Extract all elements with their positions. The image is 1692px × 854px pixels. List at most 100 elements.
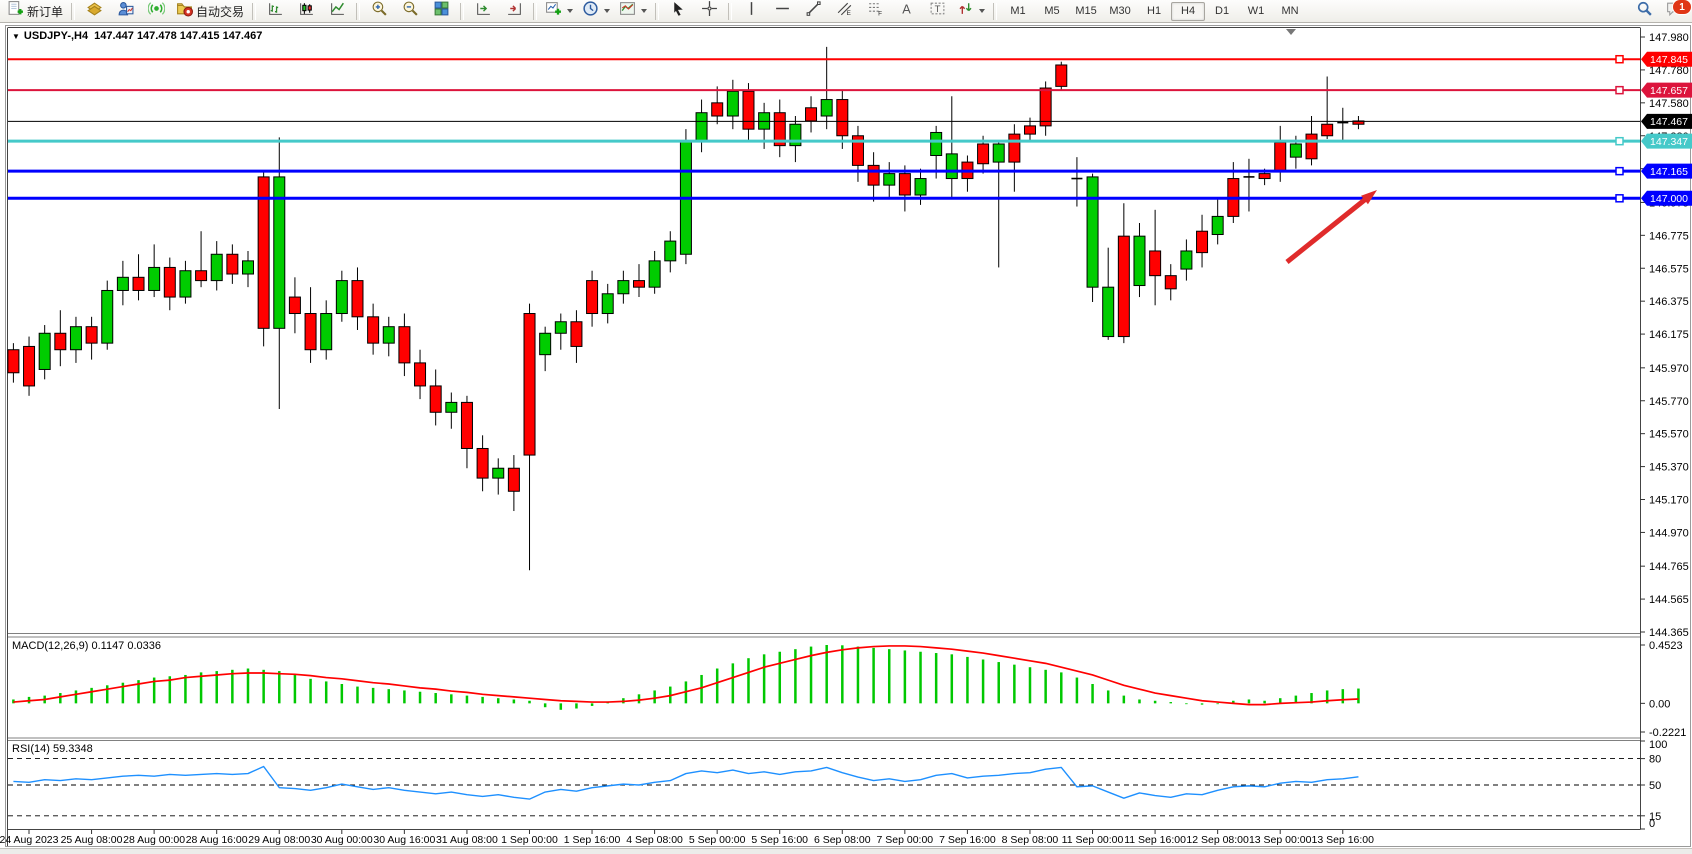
tile-windows-button[interactable] [426,0,456,22]
timeframe-MN[interactable]: MN [1273,2,1307,21]
rsi-axis-label: 80 [1649,754,1661,766]
line-handle-147.845[interactable] [1616,56,1623,63]
zoom-out-button[interactable] [395,0,425,22]
timeframe-M1[interactable]: M1 [1001,2,1035,21]
chart-shift-icon [475,0,492,22]
svg-text:A: A [902,1,911,16]
candle-body [1322,124,1333,136]
time-axis-label: 25 Aug 08:00 [61,834,123,846]
new-order-button[interactable]: 新订单 [3,0,67,22]
notifications-button[interactable]: 1 [1659,0,1689,22]
equidistant-channel-icon: E [836,0,853,22]
timeframe-H1[interactable]: H1 [1137,2,1171,21]
chart-header[interactable]: ▼USDJPY-,H4147.447 147.478 147.415 147.4… [12,30,262,42]
timeframe-W1[interactable]: W1 [1239,2,1273,21]
macd-histogram-bar [309,679,312,704]
period-selector-button[interactable] [578,0,614,22]
horizontal-line-button[interactable] [767,0,797,22]
timeframe-D1[interactable]: D1 [1205,2,1239,21]
arrow-annotation[interactable] [1287,196,1369,262]
fibonacci-button[interactable]: F [860,0,890,22]
macd-histogram-bar [653,690,656,703]
price-axis-label: 146.775 [1649,230,1689,242]
data-window-button[interactable] [110,0,140,22]
rsi-axis-label: 100 [1649,739,1667,751]
cursor-button[interactable] [663,0,693,22]
crosshair-button[interactable] [694,0,724,22]
timeframe-M30[interactable]: M30 [1103,2,1137,21]
separator [460,3,464,20]
macd-histogram-bar [262,670,265,704]
text-button[interactable]: A [891,0,921,22]
timeframe-M5[interactable]: M5 [1035,2,1069,21]
timeframe-M15[interactable]: M15 [1069,2,1103,21]
macd-histogram-bar [294,675,297,703]
time-axis-label: 12 Sep 08:00 [1186,834,1249,846]
time-axis-label: 13 Sep 16:00 [1312,834,1375,846]
navigator-button[interactable] [141,0,171,22]
line-handle-147.347[interactable] [1616,138,1623,145]
rsi-axis-label: 0 [1649,818,1655,830]
chart-shift-button[interactable] [468,0,498,22]
trendline-icon [805,0,822,22]
line-chart-icon [329,0,346,22]
chart-shift-marker[interactable] [1286,29,1296,35]
separator [993,3,997,20]
chart-template-button[interactable] [615,0,651,22]
vertical-line-button[interactable] [736,0,766,22]
add-indicator-button[interactable] [541,0,577,22]
macd-histogram-bar [215,671,218,703]
text-label-button[interactable]: T [922,0,952,22]
candle-body [1087,177,1098,287]
time-axis-label: 24 Aug 2023 [0,834,59,846]
price-axis-label: 145.770 [1649,396,1689,408]
trendline-button[interactable] [798,0,828,22]
macd-histogram-bar [1201,703,1204,704]
cursor-icon [670,0,687,22]
candle-body [227,254,238,274]
candle-body [1103,287,1114,336]
equidistant-channel-button[interactable]: E [829,0,859,22]
macd-histogram-bar [779,652,782,704]
auto-scroll-button[interactable] [499,0,529,22]
separator [71,3,75,20]
candle-body [1212,216,1223,234]
arrows-tool-button[interactable] [953,0,989,22]
candle-body [149,267,160,290]
candle-body [117,277,128,290]
price-tag-label: 147.347 [1650,136,1688,148]
price-axis-label: 147.580 [1649,98,1689,110]
bar-chart-button[interactable] [260,0,290,22]
macd-axis-label: -0.2221 [1649,727,1686,739]
macd-histogram-bar [59,693,62,703]
chart-canvas[interactable]: 147.980147.780147.580147.380147.180146.9… [0,0,1692,854]
line-handle-147.657[interactable] [1616,87,1623,94]
market-watch-icon [86,0,103,22]
timeframe-bar: M1M5M15M30H1H4D1W1MN [1001,2,1307,21]
line-chart-button[interactable] [322,0,352,22]
time-axis-label: 1 Sep 00:00 [501,834,558,846]
macd-histogram-bar [560,703,563,709]
macd-histogram-bar [231,670,234,704]
tile-windows-icon [433,0,450,22]
market-watch-button[interactable] [79,0,109,22]
macd-histogram-bar [513,699,516,703]
macd-histogram-bar [325,681,328,703]
macd-histogram-bar [75,690,78,703]
search-button[interactable] [1629,0,1659,22]
price-axis-label: 145.370 [1649,462,1689,474]
zoom-in-button[interactable] [364,0,394,22]
macd-histogram-bar [1123,696,1126,704]
candlestick-chart-button[interactable] [291,0,321,22]
symbol-dropdown-icon[interactable]: ▼ [12,32,20,41]
horizontal-scrollbar[interactable] [0,848,1692,854]
macd-histogram-bar [372,688,375,703]
line-handle-147.000[interactable] [1616,195,1623,202]
autotrading-button[interactable]: 自动交易 [172,0,248,22]
line-handle-147.165[interactable] [1616,168,1623,175]
horizontal-line-icon [774,0,791,22]
symbol-title: USDJPY-,H4 [24,30,88,42]
candle-body [1134,236,1145,285]
add-indicator-icon [545,0,562,22]
timeframe-H4[interactable]: H4 [1171,2,1205,21]
